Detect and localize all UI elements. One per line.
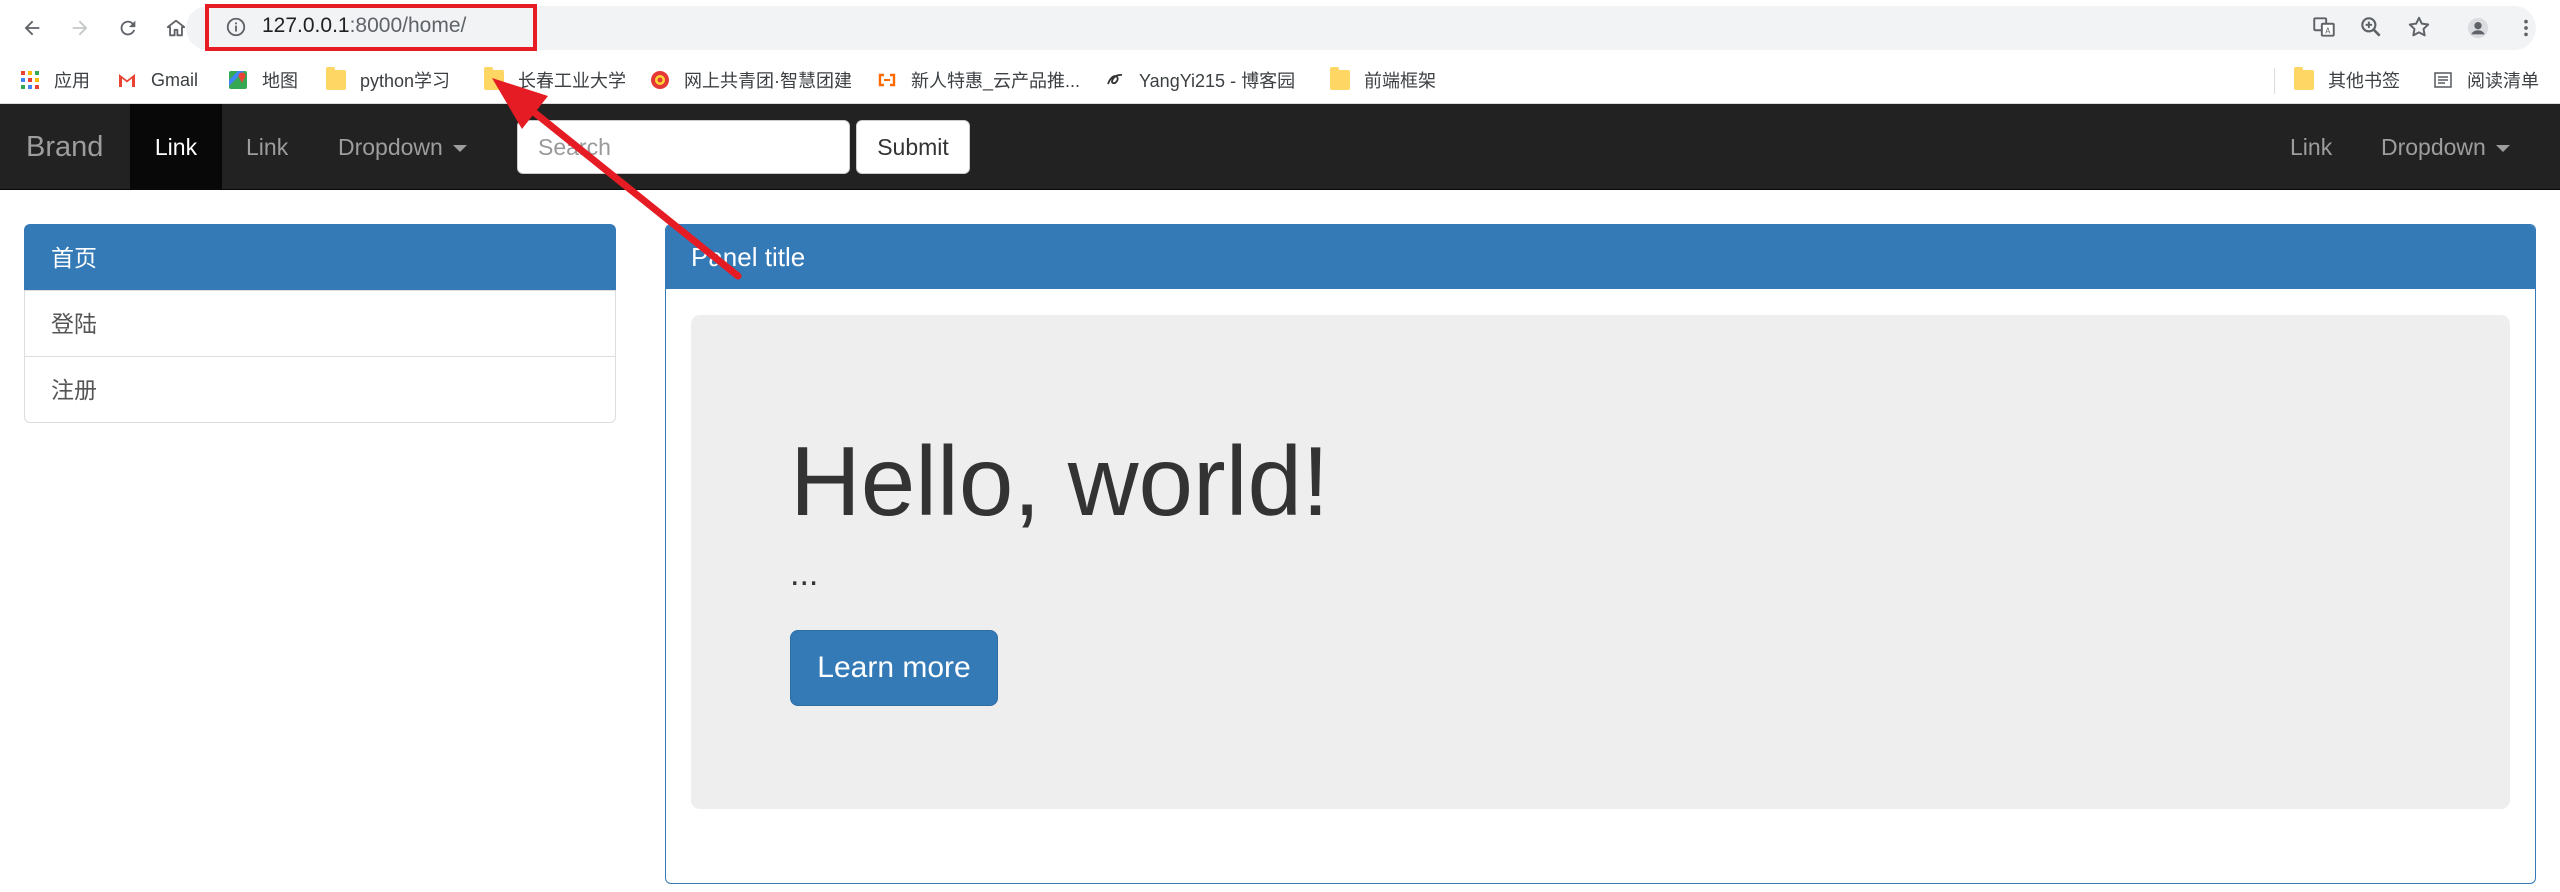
bookmarks-bar: 应用 Gmail 地图 python学习 长春工业大学 网上共青团·智慧团建 新… [0, 56, 2560, 104]
address-bar[interactable] [186, 6, 2536, 50]
url-highlight-annotation [205, 4, 537, 51]
apps-grid-icon [21, 71, 39, 89]
navbar: Brand Link Link Dropdown Submit Link Dro… [0, 104, 2560, 190]
nav-right-link[interactable]: Link [2290, 104, 2332, 190]
maps-icon [229, 71, 247, 89]
bookmark-ccut[interactable]: 长春工业大学 [484, 65, 626, 95]
youth-league-icon [651, 71, 669, 89]
sidebar-item-login[interactable]: 登陆 [24, 290, 616, 357]
profile-avatar-icon[interactable] [2459, 9, 2497, 47]
nav-dropdown-label: Dropdown [2381, 134, 2486, 160]
sidebar-item-register[interactable]: 注册 [24, 356, 616, 423]
jumbotron-heading: Hello, world! [790, 426, 1330, 536]
bookmark-frontend[interactable]: 前端框架 [1330, 65, 1436, 95]
bookmark-youth-league[interactable]: 网上共青团·智慧团建 [650, 65, 852, 95]
nav-dropdown-label: Dropdown [338, 134, 443, 160]
menu-kebab-icon[interactable] [2507, 9, 2545, 47]
folder-icon [2294, 67, 2314, 90]
submit-button[interactable]: Submit [856, 120, 970, 174]
nav-dropdown[interactable]: Dropdown [338, 104, 467, 190]
cnblogs-icon [1107, 74, 1123, 85]
caret-down-icon [452, 145, 467, 153]
sidebar-list-group: 首页 登陆 注册 [24, 224, 616, 423]
nav-link-active[interactable]: Link [130, 104, 222, 190]
folder-icon [484, 67, 504, 90]
sidebar-item-home[interactable]: 首页 [24, 224, 616, 291]
bookmark-gmail[interactable]: Gmail [117, 65, 198, 95]
bookmark-label: YangYi215 - 博客园 [1139, 71, 1296, 91]
bookmark-other[interactable]: 其他书签 [2294, 65, 2400, 95]
bookmark-aliyun[interactable]: 新人特惠_云产品推... [877, 65, 1080, 95]
back-icon[interactable] [13, 9, 51, 47]
bookmark-cnblogs[interactable]: YangYi215 - 博客园 [1105, 65, 1295, 95]
reading-list-icon [2434, 72, 2452, 88]
aliyun-icon [878, 73, 896, 87]
caret-down-icon [2495, 145, 2510, 153]
folder-icon [1330, 67, 1350, 90]
bookmark-label: 地图 [262, 71, 298, 91]
bookmark-reading-list[interactable]: 阅读清单 [2433, 65, 2539, 95]
nav-link[interactable]: Link [246, 104, 288, 190]
bookmark-label: 前端框架 [1364, 71, 1436, 91]
folder-icon [326, 67, 346, 90]
bookmark-label: Gmail [151, 69, 199, 90]
bookmark-label: 其他书签 [2328, 71, 2400, 91]
panel: Panel title Hello, world! ... Learn more [665, 224, 2536, 884]
bookmark-label: 长春工业大学 [518, 71, 626, 91]
reload-icon[interactable] [109, 9, 147, 47]
bookmark-apps[interactable]: 应用 [20, 65, 90, 95]
zoom-icon[interactable] [2358, 14, 2384, 40]
nav-right-dropdown[interactable]: Dropdown [2381, 104, 2510, 190]
bookmark-python[interactable]: python学习 [326, 65, 450, 95]
bookmark-maps[interactable]: 地图 [228, 65, 298, 95]
panel-title: Panel title [666, 225, 2535, 289]
bookmark-label: 应用 [54, 71, 90, 91]
search-input[interactable] [517, 120, 850, 174]
bookmark-label: 新人特惠_云产品推... [911, 71, 1081, 91]
browser-toolbar: 127.0.0.1:8000/home/ A [0, 0, 2560, 56]
learn-more-button[interactable]: Learn more [790, 630, 998, 706]
forward-icon[interactable] [61, 9, 99, 47]
bookmark-star-icon[interactable] [2406, 14, 2432, 40]
bookmark-label: 阅读清单 [2467, 71, 2539, 91]
gmail-icon [119, 74, 135, 87]
jumbotron-text: ... [790, 555, 819, 593]
bookmarks-divider [2274, 68, 2275, 94]
translate-icon[interactable]: A [2311, 14, 2337, 40]
bookmark-label: 网上共青团·智慧团建 [684, 71, 852, 91]
bookmark-label: python学习 [360, 71, 451, 91]
jumbotron: Hello, world! ... Learn more [691, 315, 2510, 809]
svg-text:A: A [2325, 27, 2331, 36]
navbar-brand[interactable]: Brand [26, 131, 103, 164]
